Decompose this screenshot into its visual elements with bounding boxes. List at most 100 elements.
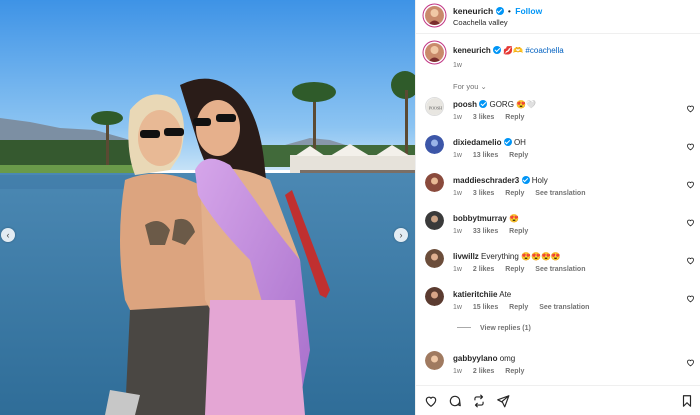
see-translation-button[interactable]: See translation	[535, 190, 585, 197]
comment-likes[interactable]: 3 likes	[473, 114, 494, 121]
comment-author[interactable]: bobbytmurray	[453, 214, 507, 223]
caption-emoji: 💋🫶	[503, 46, 524, 55]
comment-text-row: poosh GORG 😍🤍	[453, 100, 536, 109]
comment-author[interactable]: livwillz	[453, 252, 479, 261]
comment-meta: 1w 15 likes Reply See translation	[453, 304, 598, 311]
reply-button[interactable]: Reply	[509, 304, 528, 311]
share-icon[interactable]	[496, 394, 510, 408]
action-bar	[416, 385, 700, 415]
comment-meta: 1w 2 likes Reply See translation	[453, 266, 594, 273]
follow-button[interactable]: Follow	[515, 6, 542, 16]
caption-hashtag[interactable]: #coachella	[525, 46, 563, 55]
comment-likes[interactable]: 2 likes	[473, 266, 494, 273]
comment-meta: 1w 3 likes Reply	[453, 114, 533, 121]
replies-divider	[457, 327, 471, 328]
comment-text: Everything 😍😍😍😍	[481, 252, 561, 261]
comment-meta: 1w 2 likes Reply	[453, 368, 533, 375]
location-link[interactable]: Coachella valley	[453, 18, 508, 27]
post-photo: ‹ ›	[0, 0, 415, 415]
comment-item: gabbyylano omg 1w 2 likes Reply	[416, 344, 700, 378]
caption-author[interactable]: keneurich	[453, 46, 491, 55]
reply-button[interactable]: Reply	[509, 152, 528, 159]
comment-meta: 1w 33 likes Reply	[453, 228, 537, 235]
comment-text: 😍	[509, 214, 519, 223]
comment-avatar[interactable]	[425, 249, 444, 268]
chevron-right-icon: ›	[399, 230, 403, 240]
verified-badge-icon	[493, 46, 502, 54]
verified-badge-icon	[521, 176, 530, 184]
bookmark-icon[interactable]	[680, 394, 694, 408]
heart-icon[interactable]	[686, 294, 695, 303]
see-translation-button[interactable]: See translation	[535, 266, 585, 273]
reply-button[interactable]: Reply	[505, 368, 524, 375]
comment-time: 1w	[453, 228, 462, 235]
caption-avatar[interactable]	[425, 43, 444, 62]
comment-text: Ate	[499, 290, 512, 299]
comment-time: 1w	[453, 266, 462, 273]
caption: keneurich 💋🫶 #coachella	[453, 46, 564, 55]
post-panel: keneurich • Follow Coachella valley kene…	[415, 0, 700, 415]
like-heart-icon[interactable]	[424, 394, 438, 408]
reply-button[interactable]: Reply	[505, 114, 524, 121]
comment-text: omg	[499, 354, 516, 363]
see-translation-button[interactable]: See translation	[539, 304, 589, 311]
comment-author[interactable]: maddieschrader3	[453, 176, 519, 185]
comment-time: 1w	[453, 304, 462, 311]
comment-avatar[interactable]	[425, 135, 444, 154]
comment-text-row: bobbytmurray 😍	[453, 214, 519, 223]
heart-icon[interactable]	[686, 180, 695, 189]
verified-badge-icon	[479, 100, 488, 108]
comment-likes[interactable]: 13 likes	[473, 152, 498, 159]
comment-icon[interactable]	[448, 394, 462, 408]
verified-badge-icon	[495, 7, 504, 15]
reply-button[interactable]: Reply	[505, 190, 524, 197]
comment-avatar[interactable]	[425, 287, 444, 306]
comment-avatar[interactable]	[425, 173, 444, 192]
comment-time: 1w	[453, 190, 462, 197]
separator-dot: •	[507, 6, 511, 16]
view-replies-button[interactable]: View replies (1)	[457, 325, 531, 332]
reply-button[interactable]: Reply	[505, 266, 524, 273]
comment-author[interactable]: gabbyylano	[453, 354, 497, 363]
comment-avatar[interactable]	[425, 351, 444, 370]
comment-text-row: dixiedamelio OH	[453, 138, 526, 147]
comment-likes[interactable]: 15 likes	[473, 304, 498, 311]
heart-icon[interactable]	[686, 142, 695, 151]
verified-badge-icon	[503, 138, 512, 146]
post-author-row: keneurich • Follow	[453, 6, 542, 16]
heart-icon[interactable]	[686, 358, 695, 367]
comment-time: 1w	[453, 152, 462, 159]
post-header: keneurich • Follow Coachella valley	[416, 0, 700, 34]
comment-avatar[interactable]	[425, 211, 444, 230]
reply-button[interactable]: Reply	[509, 228, 528, 235]
caption-timestamp: 1w	[453, 62, 462, 69]
comment-time: 1w	[453, 368, 462, 375]
comment-likes[interactable]: 2 likes	[473, 368, 494, 375]
comment-text: Holy	[531, 176, 548, 185]
comment-likes[interactable]: 3 likes	[473, 190, 494, 197]
next-photo-button[interactable]: ›	[394, 228, 408, 242]
view-replies-label: View replies (1)	[480, 325, 531, 332]
comment-likes[interactable]: 33 likes	[473, 228, 498, 235]
comment-text: GORG 😍🤍	[489, 100, 537, 109]
comment-text-row: maddieschrader3 Holy	[453, 176, 548, 185]
avatar[interactable]	[425, 6, 444, 25]
comment-text-row: gabbyylano omg	[453, 354, 515, 363]
comment-author[interactable]: poosh	[453, 100, 477, 109]
heart-icon[interactable]	[686, 256, 695, 265]
comment-meta: 1w 3 likes Reply See translation	[453, 190, 594, 197]
heart-icon[interactable]	[686, 104, 695, 113]
post-author[interactable]: keneurich	[453, 6, 493, 16]
heart-icon[interactable]	[686, 218, 695, 227]
poosh-logo-icon: POOSH	[429, 106, 442, 111]
comment-avatar[interactable]: POOSH	[425, 97, 444, 116]
comment-text-row: katieritchiie Ate	[453, 290, 511, 299]
comment-time: 1w	[453, 114, 462, 121]
post-image	[0, 0, 415, 415]
previous-photo-button[interactable]: ‹	[1, 228, 15, 242]
comment-item: dixiedamelio OH 1w 13 likes Reply	[416, 128, 700, 162]
comment-author[interactable]: katieritchiie	[453, 290, 497, 299]
comment-author[interactable]: dixiedamelio	[453, 138, 501, 147]
comment-item: maddieschrader3 Holy 1w 3 likes Reply Se…	[416, 166, 700, 200]
repost-icon[interactable]	[472, 394, 486, 408]
